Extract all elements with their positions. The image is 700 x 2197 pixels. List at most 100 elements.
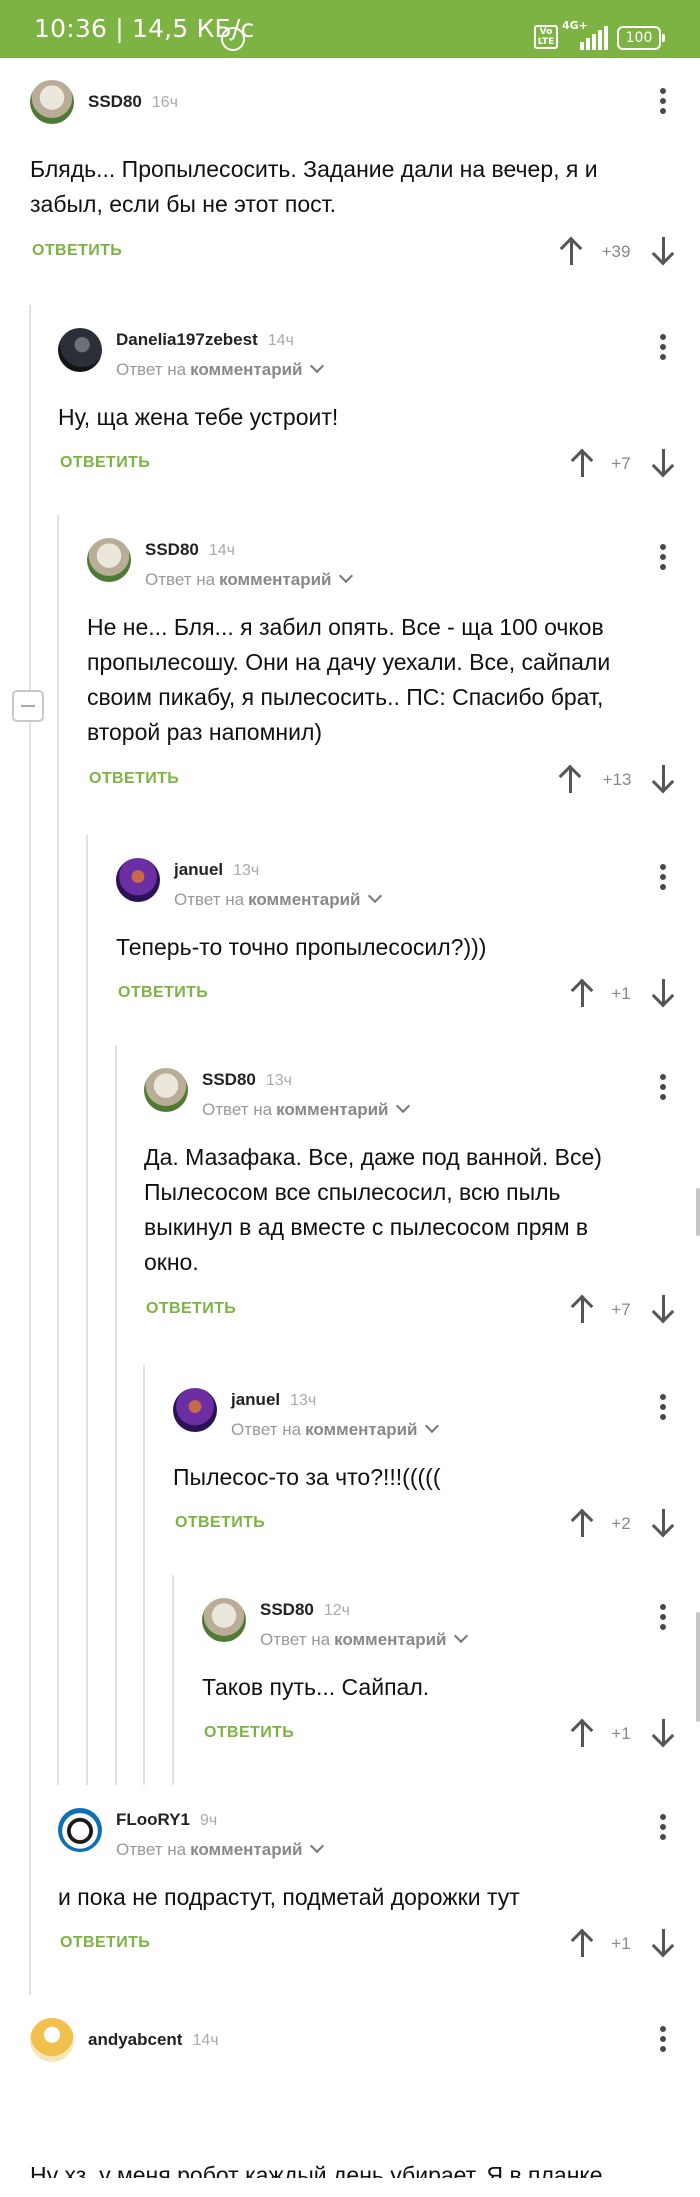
reply-button[interactable]: ОТВЕТИТЬ [146, 1300, 236, 1318]
comment: SSD80 12ч Ответ на комментарий Таков путь.… [0, 1598, 700, 1747]
comment-author[interactable]: FLooRY1 9ч [116, 1810, 217, 1830]
arrow-up-icon[interactable] [568, 1929, 596, 1957]
arrow-down-icon[interactable] [649, 237, 677, 265]
arrow-down-icon[interactable] [649, 1929, 677, 1957]
cake-avatar[interactable] [30, 2018, 74, 2062]
comment: Danelia197zebest 14ч Ответ на комментарий … [0, 328, 700, 477]
arrow-down-icon[interactable] [649, 449, 677, 477]
reply-button[interactable]: ОТВЕТИТЬ [32, 242, 122, 260]
reply-button[interactable]: ОТВЕТИТЬ [60, 454, 150, 472]
more-options-icon[interactable] [659, 88, 667, 120]
reply-to-info[interactable]: Ответ на комментарий [145, 568, 354, 590]
arrow-up-icon[interactable] [568, 1295, 596, 1323]
comment-time: 13ч [290, 1392, 317, 1409]
arrow-up-icon[interactable] [556, 765, 584, 793]
comment-score: +13 [602, 770, 632, 789]
comment-time: 12ч [323, 1602, 351, 1619]
comment-author[interactable]: SSD80 12ч [260, 1600, 350, 1620]
chevron-down-icon [396, 1098, 411, 1114]
arrow-down-icon[interactable] [649, 1719, 677, 1747]
chevron-down-icon [425, 1418, 440, 1434]
reply-to-info[interactable]: Ответ на комментарий [202, 1098, 411, 1120]
reply-button[interactable]: ОТВЕТИТЬ [60, 1934, 150, 1952]
arrow-down-icon[interactable] [649, 979, 677, 1007]
thread-line [115, 1045, 117, 1785]
comment-score: +7 [611, 1300, 631, 1319]
more-options-icon[interactable] [659, 334, 667, 366]
comment-score: +1 [611, 984, 631, 1003]
arrow-up-icon[interactable] [557, 237, 585, 265]
arrow-down-icon[interactable] [649, 1509, 677, 1537]
comment-author[interactable]: andyabcent 14ч [88, 2030, 219, 2050]
comment-author[interactable]: SSD80 14ч [145, 540, 235, 560]
battery-icon: 100 [617, 26, 665, 50]
comment: SSD80 14ч Ответ на комментарий Не не... Бл… [0, 538, 700, 793]
comment: SSD80 16ч Блядь... Пропылесосить. Задание… [0, 80, 700, 265]
comment-text: Не не... Бля... я забил опять. Все - ща … [87, 614, 611, 745]
purple-avatar[interactable] [116, 858, 160, 902]
comment-text: Блядь... Пропылесосить. Задание дали на … [30, 156, 598, 217]
more-options-icon[interactable] [659, 864, 667, 896]
signal-icon [580, 26, 608, 50]
comment-score: +7 [611, 454, 631, 473]
thread-line [143, 1365, 145, 1785]
purple-avatar[interactable] [173, 1388, 217, 1432]
status-bar: 10:36 | 14,5 КБ/с ✓ Vo LTE 4G+ 100 [0, 0, 700, 58]
comment-time: 9ч [199, 1812, 218, 1829]
arrow-up-icon[interactable] [568, 1719, 596, 1747]
arrow-up-icon[interactable] [568, 979, 596, 1007]
comment-text: Теперь-то точно пропылесосил?))) [116, 934, 487, 960]
reply-button[interactable]: ОТВЕТИТЬ [204, 1724, 294, 1742]
reply-to-info[interactable]: Ответ на комментарий [116, 1838, 325, 1860]
comment-text: Таков путь... Сайпал. [202, 1674, 430, 1700]
reply-to-info[interactable]: Ответ на комментарий [260, 1628, 469, 1650]
comment-author[interactable]: SSD80 13ч [202, 1070, 292, 1090]
comment-author[interactable]: januel 13ч [174, 860, 259, 880]
dark-avatar[interactable] [58, 328, 102, 372]
more-options-icon[interactable] [659, 1394, 667, 1426]
reply-to-info[interactable]: Ответ на комментарий [116, 358, 325, 380]
hedgehog-avatar[interactable] [87, 538, 131, 582]
hedgehog-avatar[interactable] [202, 1598, 246, 1642]
reply-button[interactable]: ОТВЕТИТЬ [118, 984, 208, 1002]
comment: januel 13ч Ответ на комментарий Теперь-то … [0, 858, 700, 1007]
more-options-icon[interactable] [659, 1814, 667, 1846]
collapse-thread-button[interactable] [12, 690, 44, 722]
comment-time: 14ч [267, 332, 294, 349]
arrow-down-icon[interactable] [649, 1295, 677, 1323]
reply-to-info[interactable]: Ответ на комментарий [231, 1418, 440, 1440]
volte-icon: Vo LTE [534, 25, 558, 49]
arrow-down-icon[interactable] [649, 765, 677, 793]
comment: januel 13ч Ответ на комментарий Пылесос-то… [0, 1388, 700, 1537]
comment-author[interactable]: januel 13ч [231, 1390, 316, 1410]
chevron-down-icon [368, 888, 383, 904]
chevron-down-icon [339, 568, 354, 584]
hedgehog-avatar[interactable] [30, 80, 74, 124]
comment-text: Да. Мазафака. Все, даже под ванной. Все)… [144, 1144, 602, 1275]
comment-author[interactable]: Danelia197zebest 14ч [116, 330, 294, 350]
comment-text: Ну, ща жена тебе устроит! [58, 404, 339, 430]
comment-time: 13ч [265, 1072, 293, 1089]
comment-time: 13ч [233, 862, 260, 879]
chevron-down-icon [310, 1838, 325, 1854]
more-options-icon[interactable] [659, 1074, 667, 1106]
reply-button[interactable]: ОТВЕТИТЬ [175, 1514, 265, 1532]
comment-score: +39 [601, 242, 631, 261]
panda-avatar[interactable] [58, 1808, 102, 1852]
reply-to-info[interactable]: Ответ на комментарий [174, 888, 383, 910]
comment-time: 14ч [208, 542, 236, 559]
thread-line [29, 305, 31, 1995]
comment-score: +1 [611, 1934, 631, 1953]
arrow-up-icon[interactable] [568, 449, 596, 477]
thread-line [172, 1575, 174, 1785]
hedgehog-avatar[interactable] [144, 1068, 188, 1112]
more-options-icon[interactable] [659, 544, 667, 576]
scroll-indicator[interactable] [696, 1188, 700, 1236]
more-options-icon[interactable] [659, 1604, 667, 1636]
arrow-up-icon[interactable] [568, 1509, 596, 1537]
comment-author[interactable]: SSD80 16ч [88, 92, 178, 112]
comment-text: и пока не подрастут, подметай дорожки ту… [58, 1884, 520, 1910]
scroll-indicator[interactable] [696, 1612, 700, 1722]
reply-button[interactable]: ОТВЕТИТЬ [89, 770, 179, 788]
more-options-icon[interactable] [659, 2026, 667, 2058]
